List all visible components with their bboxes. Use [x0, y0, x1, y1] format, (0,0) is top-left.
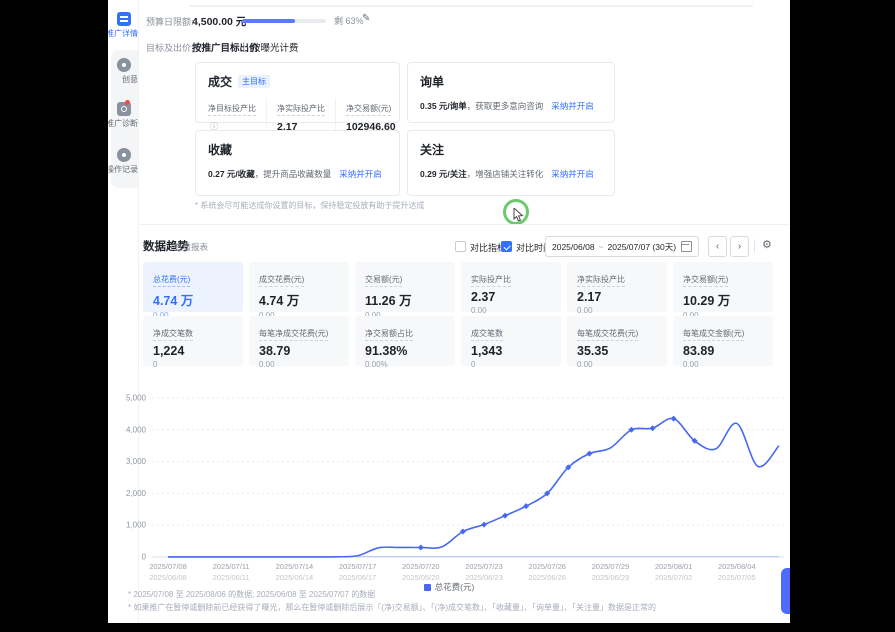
metric-card[interactable]: 实际投产比2.370.00 [461, 262, 561, 312]
svg-text:2025/07/14: 2025/07/14 [276, 562, 314, 571]
svg-text:2025/07/08: 2025/07/08 [149, 562, 187, 571]
compare-metric-checkbox[interactable] [455, 241, 466, 252]
sidebar-item-diagnose[interactable]: 推广诊断 [108, 102, 138, 129]
view-report-link[interactable]: 查看报表 [174, 241, 208, 253]
metric-card[interactable]: 每笔净成交花费(元)38.790.00 [249, 316, 349, 366]
date-range-input[interactable]: 2025/06/08 ~ 2025/07/07 (30天) [545, 236, 699, 257]
goal-option-target-bid[interactable]: 按推广目标出价 [192, 40, 259, 54]
goal-option-exposure[interactable]: 按曝光计费 [251, 40, 299, 54]
metric-card[interactable]: 净交易额(元)10.29 万0.00 [673, 262, 773, 312]
metric-card[interactable]: 每笔成交花费(元)35.350.00 [567, 316, 667, 366]
adopt-enable-link[interactable]: 采纳并开启 [551, 169, 594, 179]
goal-card-follow: 关注 0.29 元/关注，增强店铺关注转化采纳并开启 [407, 130, 615, 196]
metric-card[interactable]: 交易额(元)11.26 万0.00 [355, 262, 455, 312]
svg-text:2025/08/04: 2025/08/04 [718, 562, 756, 571]
calendar-icon [681, 241, 692, 252]
notification-dot [125, 100, 130, 105]
sidebar-item-label: 推广诊断 [108, 118, 138, 129]
sidebar-item-label: 推广详情 [108, 28, 138, 39]
metric-card-total-cost[interactable]: 总花费(元)4.74 万0.00 [143, 262, 243, 312]
budget-progress-fill [242, 19, 295, 23]
metric-card[interactable]: 净成交笔数1,2240 [143, 316, 243, 366]
goal-section-note: * 系统会尽可能达成你设置的目标，保持稳定投放有助于提升达成 [195, 200, 424, 211]
mouse-cursor-icon [513, 208, 525, 222]
svg-text:2025/07/17: 2025/07/17 [339, 562, 377, 571]
sidebar: 推广详情 创意 推广诊断 操作记录 [108, 0, 139, 623]
sidebar-item-label: 创意 [108, 74, 138, 85]
diagnose-icon [117, 102, 131, 116]
side-float-button[interactable] [781, 568, 790, 614]
svg-text:0: 0 [142, 553, 147, 562]
creative-icon [117, 58, 131, 72]
legend-label: 总花费(元) [435, 582, 475, 592]
goal-card-inquiry: 询单 0.35 元/询单，获取更多意向咨询采纳并开启 [407, 62, 615, 123]
svg-text:2025/07/20: 2025/07/20 [402, 562, 440, 571]
svg-text:2025/07/26: 2025/07/26 [528, 562, 566, 571]
metric-card[interactable]: 成交花费(元)4.74 万0.00 [249, 262, 349, 312]
svg-text:2025/07/23: 2025/07/23 [465, 562, 503, 571]
sidebar-item-history[interactable]: 操作记录 [108, 148, 138, 175]
svg-text:2025/07/11: 2025/07/11 [213, 562, 250, 571]
adopt-enable-link[interactable]: 采纳并开启 [339, 169, 382, 179]
adopt-enable-link[interactable]: 采纳并开启 [551, 101, 594, 111]
sidebar-item-detail[interactable]: 推广详情 [108, 12, 138, 39]
sidebar-item-label: 操作记录 [108, 164, 138, 175]
next-period-button[interactable]: › [730, 236, 749, 257]
metric-card[interactable]: 每笔成交金额(元)83.890.00 [673, 316, 773, 366]
metric-card[interactable]: 净实际投产比2.170.00 [567, 262, 667, 312]
svg-text:2025/08/01: 2025/08/01 [655, 562, 693, 571]
goal-bar-label: 目标及出价: [146, 41, 194, 54]
gear-icon[interactable]: ⚙ [762, 238, 772, 251]
goal-card-primary: 成交主目标 净目标投产比ⓘ 2.45✎ 净实际投产比 2.17 净交易额(元) … [195, 62, 400, 123]
chart-footnote-2: * 如果推广在暂停或删除前已经获得了曝光，那么在暂停或删除后展示「(净)交易额」… [128, 602, 656, 613]
sidebar-item-creative[interactable]: 创意 [108, 58, 138, 85]
legend-marker [424, 584, 431, 591]
goal-card-title: 成交 [208, 73, 232, 90]
budget-progress-bar [242, 19, 326, 23]
metric-card[interactable]: 成交笔数1,3430 [461, 316, 561, 366]
chart-footnote-1: * 2025/07/08 至 2025/08/06 的数据; 2025/06/0… [128, 589, 375, 600]
toolbar-separator [754, 239, 755, 253]
history-icon [117, 148, 131, 162]
compare-time-checkbox[interactable] [501, 241, 512, 252]
metric-card-grid: 总花费(元)4.74 万0.00 成交花费(元)4.74 万0.00 交易额(元… [143, 262, 773, 366]
goal-option-separator [244, 41, 245, 51]
campaign-detail-page: 推广详情 创意 推广诊断 操作记录 预算日限额: 4,500.00 元 剩 63… [108, 0, 790, 623]
prev-period-button[interactable]: ‹ [708, 236, 727, 257]
budget-label: 预算日限额: [146, 15, 194, 28]
budget-remaining: 剩 63% [334, 14, 364, 27]
budget-edit-icon[interactable]: ✎ [362, 13, 370, 24]
trend-line-chart: 01,0002,0003,0004,0005,0002025/07/082025… [108, 388, 790, 588]
detail-icon [117, 12, 131, 26]
section-divider [138, 224, 790, 225]
top-divider [190, 5, 753, 7]
budget-amount: 4,500.00 元 [192, 14, 246, 29]
metric-card[interactable]: 净交易额占比91.38%0.00% [355, 316, 455, 366]
primary-goal-badge: 主目标 [238, 75, 270, 88]
svg-text:2025/07/29: 2025/07/29 [592, 562, 630, 571]
goal-card-favorite: 收藏 0.27 元/收藏，提升商品收藏数量采纳并开启 [195, 130, 400, 196]
